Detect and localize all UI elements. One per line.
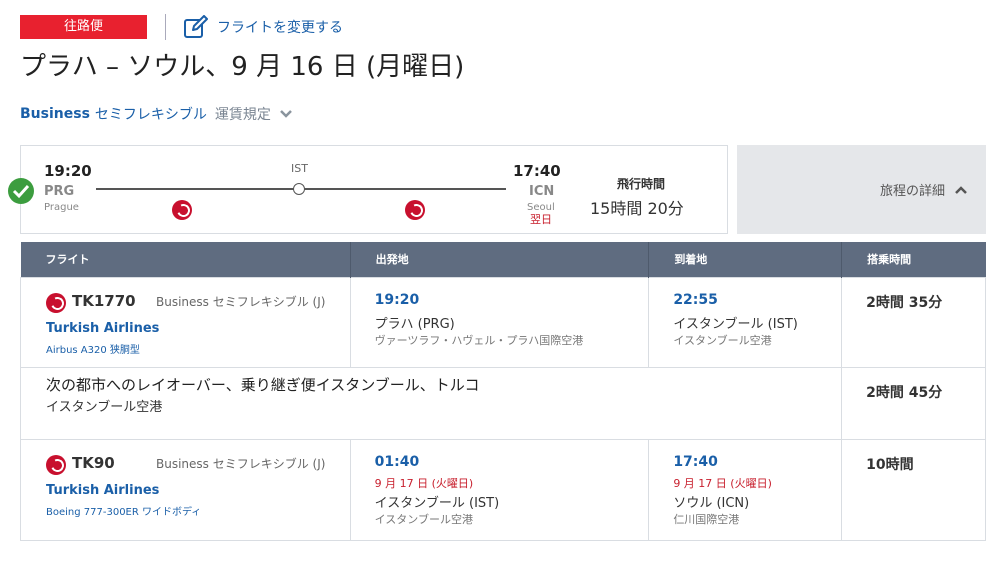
check-circle-icon	[8, 178, 34, 204]
aircraft-type[interactable]: Boeing 777-300ER ワイドボディ	[46, 503, 201, 518]
table-row: TK1770 Business セミフレキシブル (J) Turkish Air…	[20, 276, 986, 368]
duration-cell: 2時間 35分	[841, 276, 986, 368]
cabin-class: Business セミフレキシブル (J)	[156, 294, 326, 309]
arrival-date: 9 月 17 日 (火曜日)	[673, 476, 772, 490]
itinerary-details-toggle[interactable]: 旅程の詳細	[737, 145, 986, 234]
col-header-duration: 搭乗時間	[841, 242, 986, 277]
turkish-airlines-logo	[46, 292, 66, 313]
chevron-up-icon	[955, 185, 967, 194]
airline-name[interactable]: Turkish Airlines	[46, 483, 159, 498]
departure-airport: イスタンブール空港	[374, 512, 473, 526]
airline-name[interactable]: Turkish Airlines	[46, 321, 159, 336]
summary-next-day: 翌日	[530, 213, 552, 226]
flight-number: TK1770	[72, 291, 136, 310]
arrival-city: イスタンブール (IST)	[673, 316, 798, 332]
fare-rules-toggle[interactable]: 運賃規定	[215, 104, 271, 124]
flight-cell: TK90 Business セミフレキシブル (J) Turkish Airli…	[20, 438, 351, 541]
table-row: TK90 Business セミフレキシブル (J) Turkish Airli…	[20, 438, 986, 541]
edit-icon	[184, 15, 208, 38]
layover-duration: 2時間 45分	[866, 384, 943, 401]
turkish-airlines-logo	[46, 454, 66, 475]
chevron-down-icon[interactable]	[279, 109, 293, 119]
departure-cell: 01:40 9 月 17 日 (火曜日) イスタンブール (IST) イスタンブ…	[349, 438, 650, 541]
arrival-cell: 22:55 イスタンブール (IST) イスタンブール空港	[648, 276, 843, 368]
departure-cell: 19:20 プラハ (PRG) ヴァーツラフ・ハヴェル・プラハ国際空港	[349, 276, 650, 368]
col-header-departure: 出発地	[350, 242, 650, 277]
change-flight-label: フライトを変更する	[217, 20, 343, 36]
departure-airport: ヴァーツラフ・ハヴェル・プラハ国際空港	[374, 333, 584, 347]
turkish-airlines-logo	[405, 200, 425, 220]
summary-departure-city: Prague	[44, 202, 79, 213]
table-header-row: フライト 出発地 到着地 搭乗時間	[20, 242, 986, 277]
header-divider	[165, 14, 166, 40]
fare-info-row: Business セミフレキシブル 運賃規定	[20, 104, 293, 124]
segment-duration: 10時間	[866, 456, 914, 473]
fare-type: セミフレキシブル	[94, 107, 207, 123]
departure-date: 9 月 17 日 (火曜日)	[374, 476, 474, 490]
outbound-badge: 往路便	[20, 15, 147, 39]
arrival-cell: 17:40 9 月 17 日 (火曜日) ソウル (ICN) 仁川国際空港	[648, 438, 843, 541]
page-title: プラハ – ソウル、9 月 16 日 (月曜日)	[20, 52, 465, 82]
summary-departure-code: PRG	[44, 184, 75, 199]
segment-duration: 2時間 35分	[866, 294, 943, 311]
layover-cell: 次の都市へのレイオーバー、乗り継ぎ便イスタンブール、トルコ イスタンブール空港	[19, 366, 843, 440]
layover-title: 次の都市へのレイオーバー、乗り継ぎ便イスタンブール、トルコ	[46, 375, 480, 394]
flight-cell: TK1770 Business セミフレキシブル (J) Turkish Air…	[20, 276, 351, 368]
layover-duration-cell: 2時間 45分	[841, 366, 986, 440]
arrival-city: ソウル (ICN)	[673, 495, 750, 511]
summary-arrival-code: ICN	[529, 184, 555, 199]
change-flight-link[interactable]: フライトを変更する	[183, 14, 343, 40]
arrival-time: 22:55	[673, 291, 718, 308]
arrival-airport: イスタンブール空港	[673, 333, 772, 347]
arrival-time: 17:40	[673, 453, 718, 470]
flight-segments-table: フライト 出発地 到着地 搭乗時間 TK1770 Business セミフレキシ…	[19, 242, 986, 541]
arrival-airport: 仁川国際空港	[673, 512, 740, 526]
duration-cell: 10時間	[841, 438, 986, 541]
departure-time: 01:40	[374, 453, 420, 470]
total-duration-label: 飛行時間	[617, 177, 666, 191]
itinerary-details-label: 旅程の詳細	[879, 184, 945, 199]
summary-arrival-time: 17:40	[513, 162, 561, 180]
turkish-airlines-logo	[172, 200, 192, 220]
flight-number: TK90	[72, 453, 115, 472]
layover-airport: イスタンブール空港	[46, 399, 163, 415]
departure-city: イスタンブール (IST)	[374, 495, 500, 511]
total-duration-value: 15時間 20分	[590, 199, 684, 218]
fare-class: Business	[20, 106, 90, 122]
layover-row: 次の都市へのレイオーバー、乗り継ぎ便イスタンブール、トルコ イスタンブール空港 …	[19, 366, 986, 440]
col-header-arrival: 到着地	[648, 242, 843, 277]
cabin-class: Business セミフレキシブル (J)	[156, 456, 326, 471]
summary-departure-time: 19:20	[44, 162, 92, 180]
summary-stop-label: IST	[291, 162, 308, 175]
col-header-flight: フライト	[20, 242, 351, 277]
departure-city: プラハ (PRG)	[374, 316, 455, 332]
aircraft-type[interactable]: Airbus A320 狭胴型	[46, 341, 140, 356]
departure-time: 19:20	[374, 291, 420, 308]
stop-marker	[293, 183, 305, 195]
